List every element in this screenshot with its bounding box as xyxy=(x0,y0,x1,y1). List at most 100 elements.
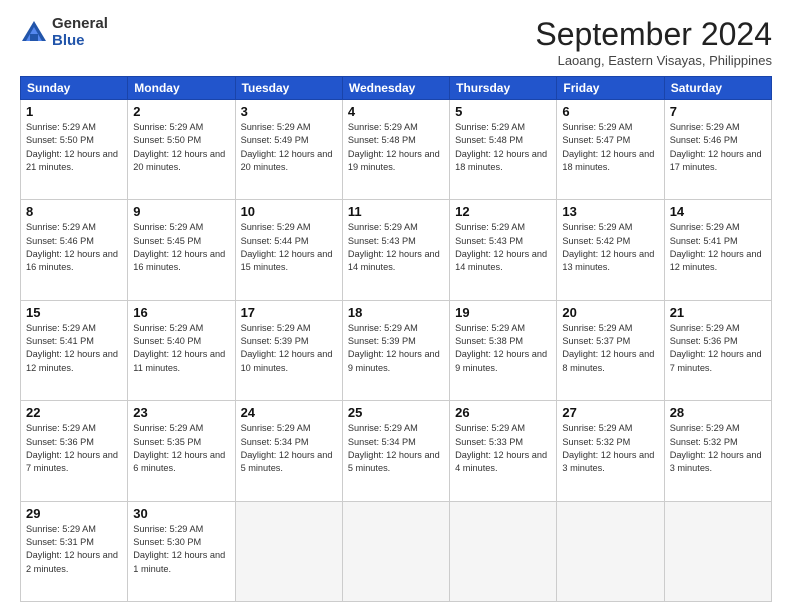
day-number: 26 xyxy=(455,405,551,420)
day-cell-2-1: 16 Sunrise: 5:29 AM Sunset: 5:40 PM Dayli… xyxy=(128,300,235,400)
day-number: 16 xyxy=(133,305,229,320)
day-cell-4-3 xyxy=(342,501,449,601)
day-info: Sunrise: 5:29 AM Sunset: 5:32 PM Dayligh… xyxy=(562,422,658,475)
week-row-2: 15Sunrise: 5:29 AM Sunset: 5:41 PM Dayli… xyxy=(21,300,772,400)
day-number: 4 xyxy=(348,104,444,119)
day-number: 18 xyxy=(348,305,444,320)
calendar: Sunday Monday Tuesday Wednesday Thursday… xyxy=(20,76,772,602)
day-number: 25 xyxy=(348,405,444,420)
day-number: 12 xyxy=(455,204,551,219)
week-row-3: 22Sunrise: 5:29 AM Sunset: 5:36 PM Dayli… xyxy=(21,401,772,501)
day-number: 30 xyxy=(133,506,229,521)
header: General Blue September 2024 Laoang, East… xyxy=(20,16,772,68)
day-info: Sunrise: 5:29 AM Sunset: 5:35 PM Dayligh… xyxy=(133,422,229,475)
day-info: Sunrise: 5:29 AM Sunset: 5:32 PM Dayligh… xyxy=(670,422,766,475)
day-info: Sunrise: 5:29 AM Sunset: 5:46 PM Dayligh… xyxy=(670,121,766,174)
day-number: 24 xyxy=(241,405,337,420)
day-info: Sunrise: 5:29 AM Sunset: 5:42 PM Dayligh… xyxy=(562,221,658,274)
day-number: 28 xyxy=(670,405,766,420)
day-info: Sunrise: 5:29 AM Sunset: 5:48 PM Dayligh… xyxy=(455,121,551,174)
day-info: Sunrise: 5:29 AM Sunset: 5:38 PM Dayligh… xyxy=(455,322,551,375)
day-number: 3 xyxy=(241,104,337,119)
title-block: September 2024 Laoang, Eastern Visayas, … xyxy=(535,16,772,68)
day-info: Sunrise: 5:29 AM Sunset: 5:43 PM Dayligh… xyxy=(455,221,551,274)
day-info: Sunrise: 5:29 AM Sunset: 5:44 PM Dayligh… xyxy=(241,221,337,274)
day-cell-1-5: 13 Sunrise: 5:29 AM Sunset: 5:42 PM Dayli… xyxy=(557,200,664,300)
day-info: Sunrise: 5:29 AM Sunset: 5:33 PM Dayligh… xyxy=(455,422,551,475)
day-info: Sunrise: 5:29 AM Sunset: 5:30 PM Dayligh… xyxy=(133,523,229,576)
day-cell-0-1: 2 Sunrise: 5:29 AM Sunset: 5:50 PM Daylig… xyxy=(128,100,235,200)
day-info: Sunrise: 5:29 AM Sunset: 5:36 PM Dayligh… xyxy=(670,322,766,375)
subtitle: Laoang, Eastern Visayas, Philippines xyxy=(535,53,772,68)
day-cell-1-2: 10Sunrise: 5:29 AM Sunset: 5:44 PM Dayli… xyxy=(235,200,342,300)
day-cell-2-6: 21 Sunrise: 5:29 AM Sunset: 5:36 PM Dayli… xyxy=(664,300,771,400)
day-info: Sunrise: 5:29 AM Sunset: 5:49 PM Dayligh… xyxy=(241,121,337,174)
day-number: 8 xyxy=(26,204,122,219)
logo: General Blue xyxy=(20,16,108,49)
day-number: 14 xyxy=(670,204,766,219)
day-cell-1-6: 14 Sunrise: 5:29 AM Sunset: 5:41 PM Dayli… xyxy=(664,200,771,300)
day-info: Sunrise: 5:29 AM Sunset: 5:34 PM Dayligh… xyxy=(348,422,444,475)
day-cell-3-4: 26 Sunrise: 5:29 AM Sunset: 5:33 PM Dayli… xyxy=(450,401,557,501)
day-cell-0-2: 3 Sunrise: 5:29 AM Sunset: 5:49 PM Daylig… xyxy=(235,100,342,200)
logo-icon xyxy=(20,19,48,47)
day-number: 20 xyxy=(562,305,658,320)
day-info: Sunrise: 5:29 AM Sunset: 5:46 PM Dayligh… xyxy=(26,221,122,274)
day-info: Sunrise: 5:29 AM Sunset: 5:39 PM Dayligh… xyxy=(348,322,444,375)
month-title: September 2024 xyxy=(535,16,772,53)
day-info: Sunrise: 5:29 AM Sunset: 5:50 PM Dayligh… xyxy=(26,121,122,174)
week-row-4: 29Sunrise: 5:29 AM Sunset: 5:31 PM Dayli… xyxy=(21,501,772,601)
col-monday: Monday xyxy=(128,77,235,100)
page: General Blue September 2024 Laoang, East… xyxy=(0,0,792,612)
day-info: Sunrise: 5:29 AM Sunset: 5:50 PM Dayligh… xyxy=(133,121,229,174)
day-cell-0-0: 1 Sunrise: 5:29 AM Sunset: 5:50 PM Daylig… xyxy=(21,100,128,200)
day-number: 7 xyxy=(670,104,766,119)
day-info: Sunrise: 5:29 AM Sunset: 5:43 PM Dayligh… xyxy=(348,221,444,274)
day-cell-3-3: 25 Sunrise: 5:29 AM Sunset: 5:34 PM Dayli… xyxy=(342,401,449,501)
day-cell-2-2: 17Sunrise: 5:29 AM Sunset: 5:39 PM Dayli… xyxy=(235,300,342,400)
day-cell-4-1: 30 Sunrise: 5:29 AM Sunset: 5:30 PM Dayli… xyxy=(128,501,235,601)
day-number: 21 xyxy=(670,305,766,320)
day-info: Sunrise: 5:29 AM Sunset: 5:47 PM Dayligh… xyxy=(562,121,658,174)
day-cell-3-1: 23 Sunrise: 5:29 AM Sunset: 5:35 PM Dayli… xyxy=(128,401,235,501)
col-tuesday: Tuesday xyxy=(235,77,342,100)
col-saturday: Saturday xyxy=(664,77,771,100)
day-number: 2 xyxy=(133,104,229,119)
logo-blue: Blue xyxy=(52,33,108,50)
day-cell-3-0: 22Sunrise: 5:29 AM Sunset: 5:36 PM Dayli… xyxy=(21,401,128,501)
day-number: 29 xyxy=(26,506,122,521)
day-number: 23 xyxy=(133,405,229,420)
day-cell-1-4: 12 Sunrise: 5:29 AM Sunset: 5:43 PM Dayli… xyxy=(450,200,557,300)
day-number: 27 xyxy=(562,405,658,420)
day-cell-1-1: 9Sunrise: 5:29 AM Sunset: 5:45 PM Daylig… xyxy=(128,200,235,300)
day-cell-4-6 xyxy=(664,501,771,601)
day-cell-4-0: 29Sunrise: 5:29 AM Sunset: 5:31 PM Dayli… xyxy=(21,501,128,601)
col-wednesday: Wednesday xyxy=(342,77,449,100)
day-cell-2-0: 15Sunrise: 5:29 AM Sunset: 5:41 PM Dayli… xyxy=(21,300,128,400)
day-info: Sunrise: 5:29 AM Sunset: 5:34 PM Dayligh… xyxy=(241,422,337,475)
day-number: 19 xyxy=(455,305,551,320)
day-info: Sunrise: 5:29 AM Sunset: 5:37 PM Dayligh… xyxy=(562,322,658,375)
day-cell-3-5: 27 Sunrise: 5:29 AM Sunset: 5:32 PM Dayli… xyxy=(557,401,664,501)
day-number: 13 xyxy=(562,204,658,219)
day-number: 6 xyxy=(562,104,658,119)
day-cell-1-0: 8 Sunrise: 5:29 AM Sunset: 5:46 PM Daylig… xyxy=(21,200,128,300)
day-info: Sunrise: 5:29 AM Sunset: 5:41 PM Dayligh… xyxy=(26,322,122,375)
day-number: 5 xyxy=(455,104,551,119)
day-info: Sunrise: 5:29 AM Sunset: 5:41 PM Dayligh… xyxy=(670,221,766,274)
col-sunday: Sunday xyxy=(21,77,128,100)
day-number: 9 xyxy=(133,204,229,219)
day-cell-4-5 xyxy=(557,501,664,601)
day-number: 1 xyxy=(26,104,122,119)
day-number: 11 xyxy=(348,204,444,219)
day-cell-0-5: 6 Sunrise: 5:29 AM Sunset: 5:47 PM Daylig… xyxy=(557,100,664,200)
day-info: Sunrise: 5:29 AM Sunset: 5:40 PM Dayligh… xyxy=(133,322,229,375)
day-cell-0-4: 5 Sunrise: 5:29 AM Sunset: 5:48 PM Daylig… xyxy=(450,100,557,200)
col-thursday: Thursday xyxy=(450,77,557,100)
day-cell-0-6: 7 Sunrise: 5:29 AM Sunset: 5:46 PM Daylig… xyxy=(664,100,771,200)
day-cell-2-5: 20 Sunrise: 5:29 AM Sunset: 5:37 PM Dayli… xyxy=(557,300,664,400)
day-info: Sunrise: 5:29 AM Sunset: 5:36 PM Dayligh… xyxy=(26,422,122,475)
day-cell-2-4: 19 Sunrise: 5:29 AM Sunset: 5:38 PM Dayli… xyxy=(450,300,557,400)
logo-text: General Blue xyxy=(52,16,108,49)
day-cell-1-3: 11 Sunrise: 5:29 AM Sunset: 5:43 PM Dayli… xyxy=(342,200,449,300)
